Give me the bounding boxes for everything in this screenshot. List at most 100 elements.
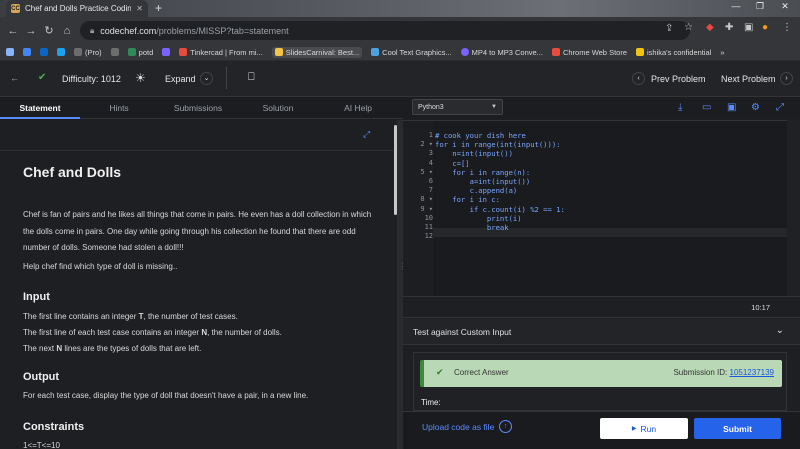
code-line: break	[435, 222, 509, 232]
settings-gear-icon[interactable]: ⚙	[751, 102, 760, 113]
code-line: print(i)	[435, 213, 522, 223]
bookmark-item[interactable]: Tinkercad | From mi...	[179, 48, 263, 57]
tab-title: Chef and Dolls Practice Coding P	[25, 4, 132, 13]
code-line: c.append(a)	[435, 186, 518, 196]
upload-icon[interactable]: ↑	[499, 420, 512, 433]
submission-label: Submission ID:	[673, 368, 730, 377]
statement-divider	[0, 150, 397, 151]
tab-hints[interactable]: Hints	[80, 97, 158, 119]
play-icon: ▶	[631, 426, 637, 432]
upload-code-link[interactable]: Upload code as file	[422, 422, 494, 432]
close-tab-icon[interactable]: ✕	[136, 4, 143, 13]
caret-down-icon: ▼	[491, 104, 497, 110]
line-number: 8 ▾	[420, 195, 433, 204]
bookmark-item[interactable]: Chrome Web Store	[551, 48, 627, 57]
bookmark-item[interactable]: Cool Text Graphics...	[371, 48, 452, 57]
custom-input-toggle[interactable]: Test against Custom Input ⌄	[403, 319, 800, 345]
close-window-icon[interactable]: ✕	[775, 1, 795, 12]
run-button[interactable]: ▶ Run	[600, 418, 688, 439]
input-heading: Input	[23, 291, 50, 303]
bookmark-item[interactable]	[110, 48, 119, 56]
language-select[interactable]: Python3 ▼	[412, 99, 503, 115]
code-line: # cook your dish here	[435, 131, 526, 140]
problem-header: ← ✔ Difficulty: 1012 ☀ Expand ⌄ ⎕ ‹ Prev…	[0, 61, 800, 97]
bookmarks-bar: (Pro) potd Tinkercad | From mi... Slides…	[0, 44, 800, 61]
constraints-heading: Constraints	[23, 421, 85, 433]
tab-solution[interactable]: Solution	[238, 97, 318, 119]
submission-id-link[interactable]: 1051237139	[730, 368, 775, 377]
code-line: for i in c:	[435, 195, 500, 205]
chevron-down-icon: ⌄	[775, 325, 784, 336]
bookmark-star-icon[interactable]: ☆	[684, 22, 693, 33]
fullscreen-icon[interactable]: ⤢	[363, 129, 370, 140]
output-heading: Output	[23, 371, 60, 383]
profile-avatar-icon[interactable]: ●	[762, 22, 768, 33]
chevron-down-icon[interactable]: ⌄	[200, 72, 213, 85]
correct-answer-banner: ✔ Correct Answer Submission ID: 10512371…	[420, 360, 782, 387]
prev-problem-link[interactable]: Prev Problem	[651, 74, 706, 84]
problem-task: Help chef find which type of doll is mis…	[23, 262, 178, 271]
comment-icon[interactable]: ▭	[702, 102, 711, 113]
minimize-icon[interactable]: —	[726, 1, 746, 11]
bookmark-item[interactable]: SlidesCarnival: Best...	[271, 46, 363, 58]
bookmark-item[interactable]	[40, 48, 48, 56]
back-icon[interactable]: ←	[4, 25, 22, 37]
fullscreen-editor-icon[interactable]: ⤢	[776, 102, 784, 113]
reload-icon[interactable]: ↻	[40, 24, 58, 37]
bookmark-item[interactable]: ishika's confidential	[636, 48, 711, 57]
active-tab-indicator	[0, 117, 80, 119]
code-line: n=int(input())	[435, 149, 513, 159]
line-number: 10	[424, 213, 433, 222]
code-line: for i in range(n):	[435, 167, 531, 177]
tab-submissions[interactable]: Submissions	[158, 97, 238, 119]
line-number: 9 ▾	[420, 204, 433, 213]
line-number: 1	[428, 131, 433, 139]
download-icon[interactable]: ⤓	[678, 102, 682, 113]
bookmark-item[interactable]: MP4 to MP3 Conve...	[460, 48, 543, 57]
bookmark-icon[interactable]: ⎕	[248, 71, 255, 84]
more-bookmarks-icon[interactable]: »	[720, 48, 724, 57]
share-icon[interactable]: ⇪	[665, 23, 673, 34]
solved-check-icon: ✔	[38, 72, 47, 83]
menu-icon[interactable]: ⋮	[782, 22, 792, 33]
line-number: 2 ▾	[420, 140, 433, 149]
extensions-icon[interactable]: ✚	[725, 22, 733, 33]
code-lines[interactable]: # cook your dish here for i in range(int…	[435, 131, 565, 241]
sidebar-icon[interactable]: ▣	[744, 22, 753, 33]
new-tab-icon[interactable]: +	[152, 2, 165, 15]
editor-scrollbar[interactable]	[787, 120, 800, 296]
bookmark-item[interactable]: (Pro)	[74, 48, 102, 57]
bookmark-item[interactable]: potd	[127, 48, 153, 57]
restore-icon[interactable]: ❐	[750, 1, 770, 12]
theme-toggle-icon[interactable]: ☀	[135, 71, 146, 85]
address-bar-row: ← → ↻ ⌂ 🔒︎ codechef.com/problems/MISSP?t…	[0, 17, 800, 44]
pocket-icon[interactable]: ◆	[706, 22, 714, 33]
line-number: 7	[428, 186, 433, 195]
submit-button[interactable]: Submit	[694, 418, 781, 439]
problem-statement-panel: ⤢ Chef and Dolls Chef is fan of pairs an…	[0, 120, 397, 449]
expand-button[interactable]: Expand	[165, 74, 196, 84]
bookmark-item[interactable]	[57, 48, 65, 56]
code-line: c=[]	[435, 158, 470, 168]
home-icon[interactable]: ⌂	[58, 25, 76, 37]
forward-icon[interactable]: →	[22, 25, 40, 37]
next-problem-link[interactable]: Next Problem	[721, 74, 776, 84]
browser-tab[interactable]: CC Chef and Dolls Practice Coding P ✕	[6, 0, 148, 17]
url-bar[interactable]: 🔒︎ codechef.com/problems/MISSP?tab=state…	[80, 21, 690, 40]
code-line: if c.count(i) %2 == 1:	[435, 204, 565, 214]
bookmark-item[interactable]	[23, 48, 31, 56]
prev-chevron-icon[interactable]: ‹	[632, 72, 645, 85]
tab-statement[interactable]: Statement	[0, 97, 80, 119]
back-arrow-icon[interactable]: ←	[10, 73, 19, 83]
next-chevron-icon[interactable]: ›	[780, 72, 793, 85]
save-icon[interactable]: ▣	[727, 102, 736, 113]
bookmark-item[interactable]	[162, 48, 171, 56]
apps-icon[interactable]	[6, 48, 14, 56]
line-number: 5 ▾	[420, 167, 433, 176]
code-line: a=int(input())	[435, 176, 531, 186]
line-numbers: 1 2 ▾ 3 4 5 ▾ 6 7 8 ▾ 9 ▾ 10 11 12	[411, 131, 433, 241]
custom-input-label: Test against Custom Input	[413, 327, 512, 337]
tab-ai-help[interactable]: AI Help	[318, 97, 398, 119]
line-number: 3	[428, 149, 433, 158]
problem-description: Chef is fan of pairs and he likes all th…	[23, 210, 372, 252]
